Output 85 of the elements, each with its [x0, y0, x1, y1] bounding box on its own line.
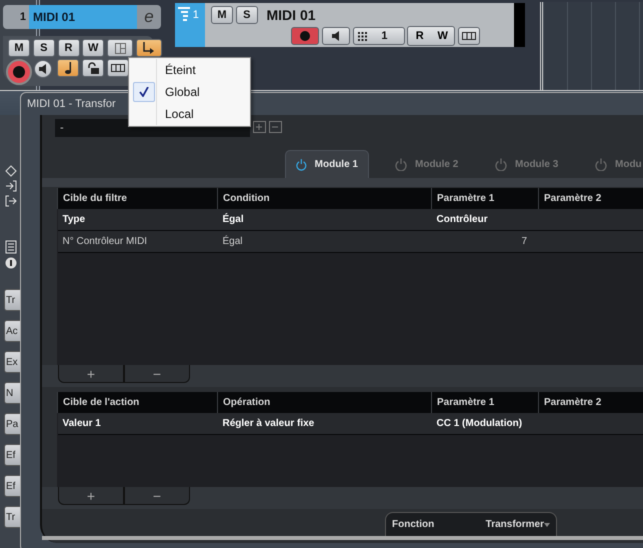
channel-number: 1	[381, 28, 388, 44]
note-button[interactable]	[57, 59, 79, 77]
side-tab[interactable]: Ef	[4, 475, 20, 497]
table-cell: Égal	[222, 236, 243, 247]
route-button[interactable]	[136, 39, 162, 57]
side-tab[interactable]: Pa	[4, 413, 20, 435]
track-list-icon	[178, 7, 190, 21]
power-icon	[595, 158, 607, 170]
table-cell: Égal	[222, 214, 244, 225]
diamond-icon	[5, 165, 17, 177]
toggle-button[interactable]: S	[236, 6, 258, 24]
power-icon	[395, 158, 407, 170]
column-header: Cible du filtre	[58, 188, 218, 209]
edit-button[interactable]: e	[137, 5, 161, 29]
save-preset-icon[interactable]	[253, 121, 266, 133]
toggle-button[interactable]: R	[58, 39, 80, 57]
track-name: MIDI 01	[266, 6, 316, 24]
split-icon	[114, 42, 126, 54]
record-button[interactable]	[291, 27, 319, 45]
side-tab[interactable]: Ex	[4, 351, 20, 373]
column-header: Paramètre 2	[538, 188, 643, 209]
add-button[interactable]: +	[58, 487, 124, 505]
meter-bar	[514, 3, 525, 47]
input-arrow-icon	[5, 180, 17, 192]
monitor-button[interactable]	[322, 27, 350, 45]
bars-button[interactable]	[107, 59, 129, 77]
function-dropdown[interactable]: Fonction Transformer	[385, 512, 557, 536]
column-header: Cible de l'action	[58, 392, 218, 413]
side-tab[interactable]: Ef	[4, 444, 20, 466]
table-cell: 7	[522, 236, 528, 247]
toggle-button[interactable]: M	[8, 39, 30, 57]
side-tab[interactable]: Tr	[4, 506, 20, 528]
track-number: 1	[3, 5, 29, 29]
track-number: 1	[192, 8, 199, 23]
list-icon	[5, 240, 17, 254]
output-arrow-icon	[5, 194, 17, 206]
bars-icon	[111, 64, 125, 72]
knob-icon	[5, 256, 17, 269]
table-cell: N° Contrôleur MIDI	[62, 236, 148, 247]
bars-icon	[462, 32, 476, 40]
toggle-button[interactable]: S	[32, 39, 55, 57]
checkmark-icon	[139, 87, 149, 97]
record-icon	[13, 66, 25, 78]
column-header: Opération	[218, 392, 432, 413]
function-value: Transformer	[486, 518, 544, 532]
delete-preset-icon[interactable]	[268, 121, 282, 133]
split-button[interactable]	[107, 39, 133, 57]
table-cell: Type	[62, 214, 86, 225]
function-label: Fonction	[392, 518, 434, 532]
speaker-icon	[332, 31, 340, 41]
module-tab[interactable]: Module 1	[285, 150, 369, 178]
toggle-button[interactable]: R	[408, 27, 432, 45]
lock-button[interactable]	[82, 59, 104, 77]
side-tab[interactable]: Ac	[4, 320, 20, 342]
menu-item[interactable]: Éteint	[129, 59, 250, 81]
preset-value: -	[60, 120, 64, 136]
remove-button[interactable]: −	[124, 487, 190, 505]
side-tab[interactable]: Tr	[4, 289, 20, 311]
column-header: Paramètre 1	[432, 188, 538, 209]
toggle-button[interactable]: W	[82, 39, 104, 57]
power-icon	[296, 158, 307, 171]
table-cell: Contrôleur	[436, 214, 488, 225]
lanes-button[interactable]	[458, 27, 480, 45]
toggle-button[interactable]: M	[211, 6, 233, 24]
side-tab[interactable]: N	[4, 382, 20, 404]
routing-arrow-icon	[143, 42, 154, 54]
column-header: Paramètre 1	[432, 392, 538, 413]
track-name-field[interactable]: MIDI 01	[29, 5, 137, 29]
record-icon	[300, 31, 310, 41]
column-header: Condition	[218, 188, 432, 209]
window-title: MIDI 01 - Transfor	[27, 97, 116, 112]
note-icon	[64, 62, 72, 74]
channel-button[interactable]: 1	[352, 27, 404, 45]
power-icon	[495, 158, 507, 170]
table-cell: Valeur 1	[62, 418, 101, 429]
lock-icon	[88, 62, 98, 74]
grid-icon	[358, 32, 366, 40]
remove-button[interactable]: −	[124, 365, 190, 383]
caret-icon	[544, 522, 550, 526]
add-button[interactable]: +	[58, 365, 124, 383]
table-cell: CC 1 (Modulation)	[436, 418, 522, 429]
menu-item[interactable]: Global	[129, 81, 250, 103]
column-header: Paramètre 2	[538, 392, 643, 413]
toggle-button[interactable]: W	[431, 27, 454, 45]
table-cell: Régler à valeur fixe	[222, 418, 314, 429]
